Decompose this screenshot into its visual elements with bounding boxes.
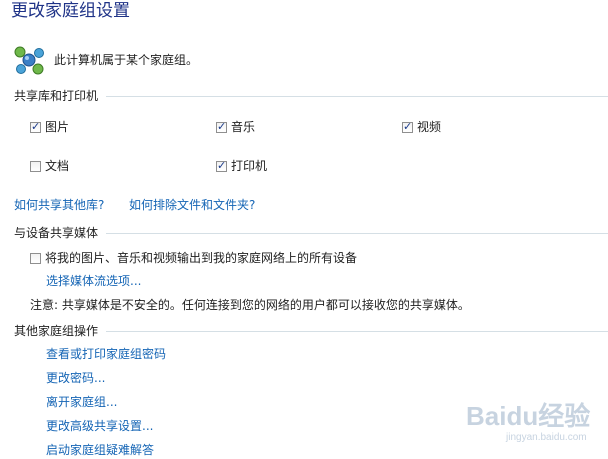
homegroup-status-text: 此计算机属于某个家庭组。 — [54, 53, 199, 67]
printers-label: 打印机 — [231, 159, 268, 173]
documents-label: 文档 — [45, 159, 70, 173]
music-checkbox[interactable]: ✓ — [216, 119, 227, 133]
advanced-sharing-settings-link[interactable]: 更改高级共享设置... — [46, 418, 153, 434]
media-header-label: 与设备共享媒体 — [14, 226, 99, 240]
other-actions-header-label: 其他家庭组操作 — [14, 324, 99, 338]
exclude-files-folders-link[interactable]: 如何排除文件和文件夹? — [129, 197, 255, 213]
videos-label: 视频 — [417, 120, 442, 134]
printers-check-mark: ✓ — [217, 158, 227, 172]
checkbox-documents[interactable]: 文档 — [30, 158, 69, 174]
media-security-note: 注意: 共享媒体是不安全的。任何连接到您的网络的用户都可以接收您的共享媒体。 — [30, 298, 470, 312]
stream-media-label: 将我的图片、音乐和视频输出到我的家庭网络上的所有设备 — [45, 251, 358, 265]
printers-checkbox[interactable]: ✓ — [216, 158, 227, 172]
view-print-password-link[interactable]: 查看或打印家庭组密码 — [46, 346, 166, 362]
pictures-label: 图片 — [45, 120, 70, 134]
videos-checkbox[interactable]: ✓ — [402, 119, 413, 133]
checkbox-printers[interactable]: ✓ 打印机 — [216, 158, 267, 174]
homegroup-icon — [14, 46, 44, 75]
stream-media-checkbox[interactable] — [30, 252, 41, 264]
libraries-header-label: 共享库和打印机 — [14, 89, 99, 103]
pictures-check-mark: ✓ — [31, 119, 41, 133]
homegroup-troubleshooter-link[interactable]: 启动家庭组疑难解答 — [46, 442, 154, 458]
music-label: 音乐 — [231, 120, 256, 134]
media-header: 与设备共享媒体 — [14, 225, 608, 241]
baidu-watermark: Baidu经验 jingyan.baidu.com — [466, 396, 606, 456]
watermark-url: jingyan.baidu.com — [506, 432, 587, 443]
homegroup-settings-page: 更改家庭组设置 此计算机属于某个家庭组。 共享库和打印机 ✓ 图片 ✓ 音乐 ✓… — [0, 0, 608, 459]
change-password-link[interactable]: 更改密码... — [46, 370, 105, 386]
music-check-mark: ✓ — [217, 119, 227, 133]
libraries-header-divider — [106, 95, 608, 97]
libraries-header: 共享库和打印机 — [14, 88, 608, 104]
documents-checkbox[interactable] — [30, 160, 41, 172]
watermark-logo-text: Baidu经验 — [466, 401, 591, 431]
checkbox-stream-media[interactable]: 将我的图片、音乐和视频输出到我的家庭网络上的所有设备 — [30, 250, 357, 266]
media-streaming-options-link[interactable]: 选择媒体流选项... — [46, 273, 141, 289]
checkbox-music[interactable]: ✓ 音乐 — [216, 119, 255, 135]
page-title: 更改家庭组设置 — [11, 1, 130, 21]
other-actions-header-divider — [106, 330, 608, 332]
pictures-checkbox[interactable]: ✓ — [30, 119, 41, 133]
videos-check-mark: ✓ — [403, 119, 413, 133]
media-header-divider — [106, 232, 608, 234]
checkbox-pictures[interactable]: ✓ 图片 — [30, 119, 69, 135]
other-actions-header: 其他家庭组操作 — [14, 323, 608, 339]
share-other-libraries-link[interactable]: 如何共享其他库? — [14, 197, 104, 213]
checkbox-videos[interactable]: ✓ 视频 — [402, 119, 441, 135]
leave-homegroup-link[interactable]: 离开家庭组... — [46, 394, 117, 410]
